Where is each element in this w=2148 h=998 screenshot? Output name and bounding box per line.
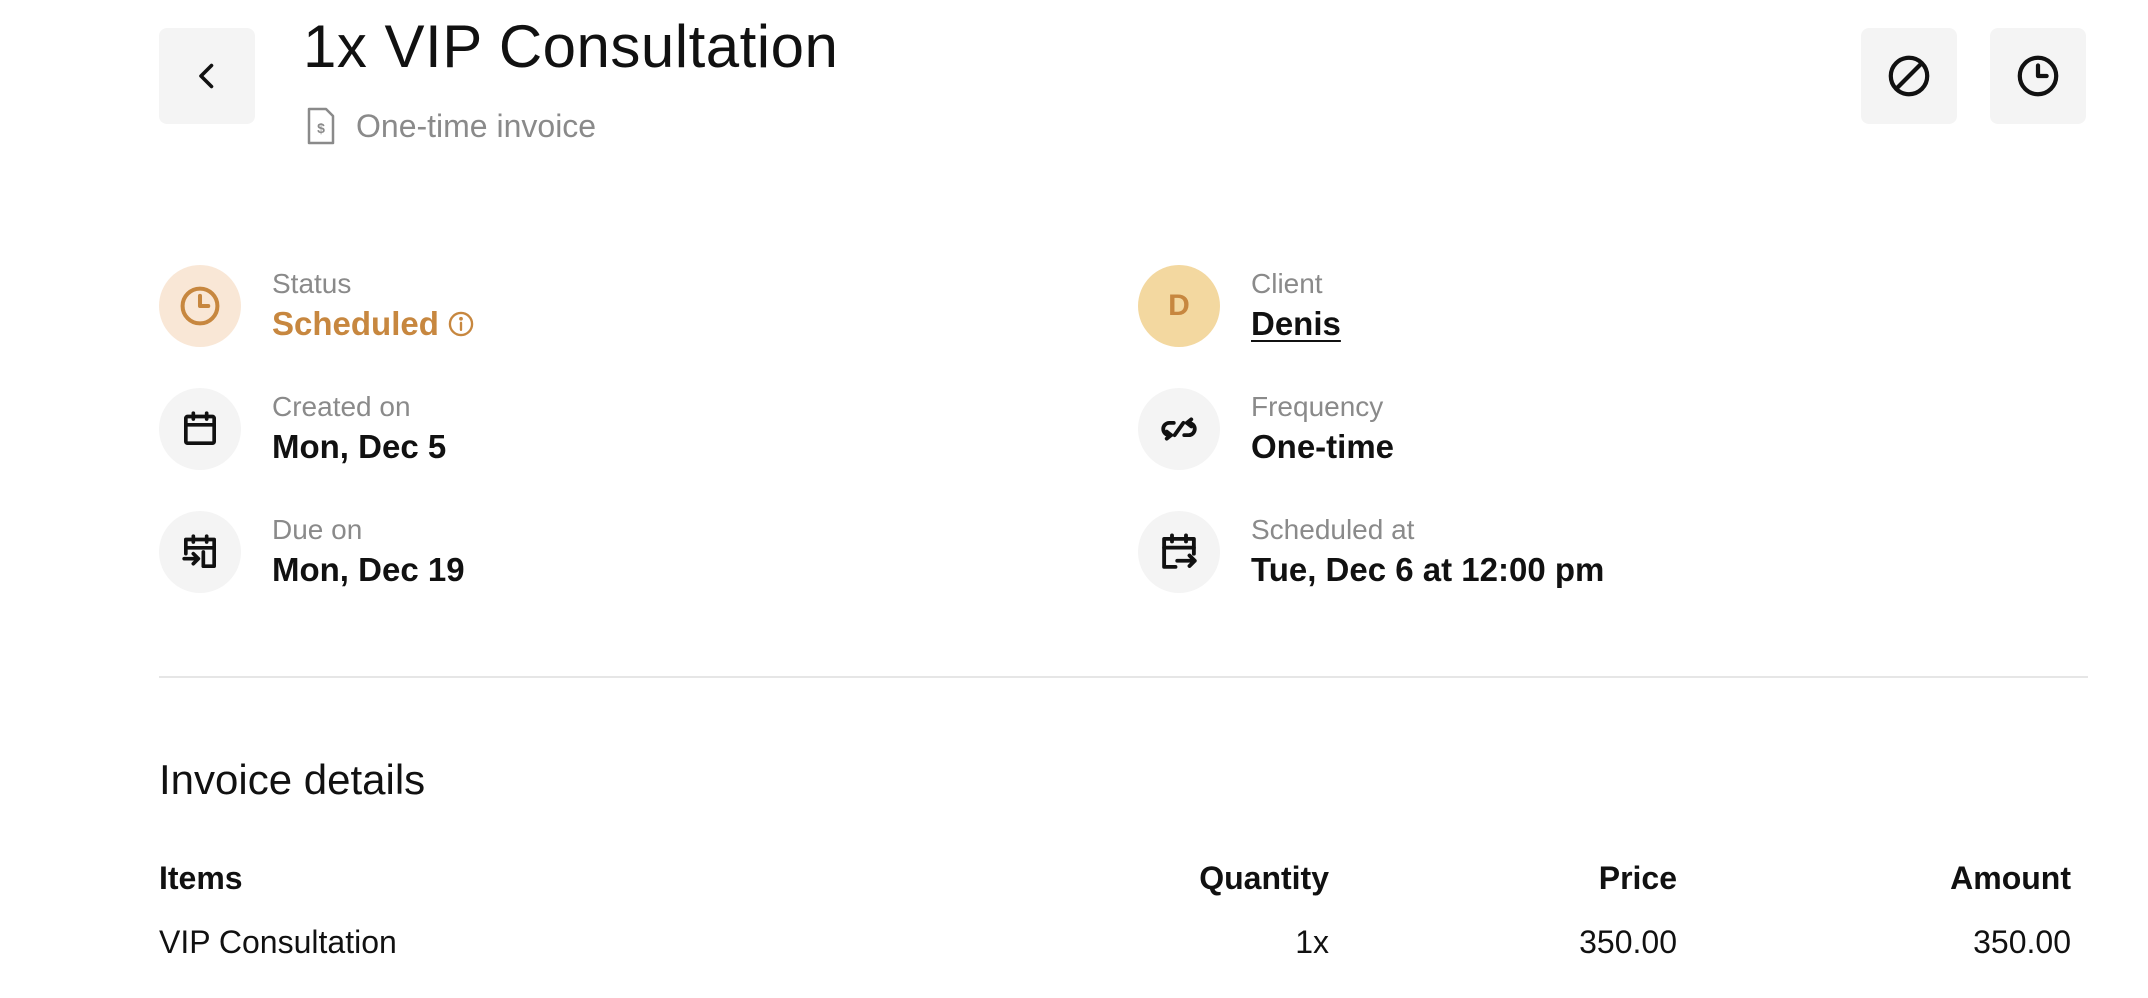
invoice-type-label: One-time invoice	[356, 107, 597, 144]
chevron-left-icon	[199, 63, 214, 89]
clock-icon	[2017, 55, 2059, 97]
status-label: Status	[272, 268, 352, 299]
frequency-label: Frequency	[1251, 391, 1384, 422]
frequency-row: Frequency One-time	[1138, 388, 1394, 470]
status-text: Scheduled	[272, 305, 439, 342]
invoice-document-icon: $	[307, 107, 335, 145]
back-button[interactable]	[159, 28, 255, 124]
client-link[interactable]: Denis	[1251, 302, 1341, 346]
created-value: Mon, Dec 5	[272, 428, 447, 465]
status-value: Scheduled	[272, 302, 475, 346]
page-title: 1x VIP Consultation	[303, 13, 839, 80]
frequency-value: One-time	[1251, 428, 1395, 465]
calendar-due-icon	[182, 534, 217, 568]
schedule-button[interactable]	[1990, 28, 2086, 124]
created-icon-circle	[159, 388, 241, 470]
column-header-price: Price	[1598, 860, 1677, 896]
info-icon[interactable]	[447, 310, 475, 338]
column-header-amount: Amount	[1950, 860, 2071, 896]
svg-text:$: $	[317, 120, 325, 136]
section-divider	[159, 676, 2088, 678]
due-row: Due on Mon, Dec 19	[159, 511, 465, 593]
due-value: Mon, Dec 19	[272, 551, 465, 588]
calendar-send-icon	[1162, 533, 1197, 569]
scheduled-icon-circle	[1138, 511, 1220, 593]
cancel-invoice-button[interactable]	[1861, 28, 1957, 124]
scheduled-label: Scheduled at	[1251, 514, 1415, 545]
invoice-type: $ One-time invoice	[306, 107, 596, 145]
calendar-icon	[184, 411, 217, 445]
table-row-price: 350.00	[1579, 924, 1677, 960]
table-row-amount: 350.00	[1973, 924, 2071, 960]
table-row-quantity: 1x	[1295, 924, 1329, 960]
due-icon-circle	[159, 511, 241, 593]
table-row-item: VIP Consultation	[159, 924, 397, 960]
clock-icon	[180, 286, 220, 326]
client-row: D Client Denis	[1138, 265, 1341, 347]
scheduled-value: Tue, Dec 6 at 12:00 pm	[1251, 551, 1605, 588]
invoice-details-title: Invoice details	[159, 756, 426, 803]
created-label: Created on	[272, 391, 411, 422]
created-row: Created on Mon, Dec 5	[159, 388, 446, 470]
scheduled-row: Scheduled at Tue, Dec 6 at 12:00 pm	[1138, 511, 1604, 593]
frequency-icon-circle	[1138, 388, 1220, 470]
column-header-quantity: Quantity	[1199, 860, 1329, 896]
ban-icon	[1888, 55, 1930, 97]
avatar: D	[1138, 265, 1220, 347]
repeat-arrows-icon	[1161, 417, 1197, 441]
column-header-items: Items	[159, 860, 243, 896]
status-row: Status Scheduled	[159, 265, 475, 347]
due-label: Due on	[272, 514, 363, 545]
status-icon-circle	[159, 265, 241, 347]
client-label: Client	[1251, 268, 1323, 299]
